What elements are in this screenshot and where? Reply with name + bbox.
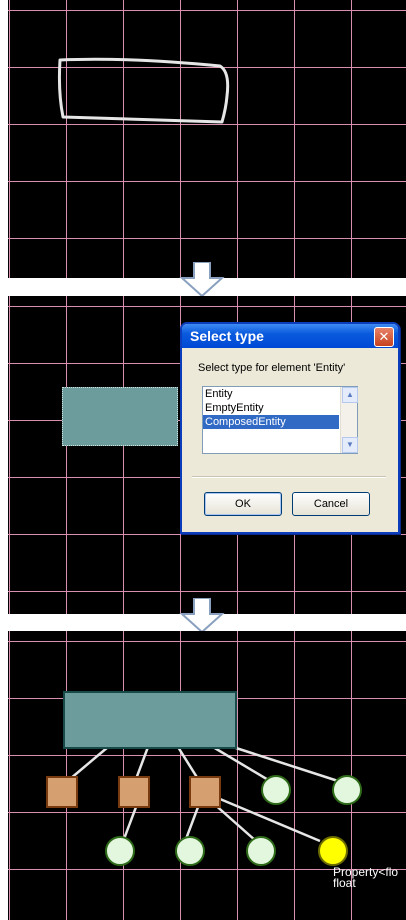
down-arrow-icon — [179, 262, 225, 298]
ok-button[interactable]: OK — [204, 492, 282, 516]
property-circle[interactable] — [105, 836, 135, 866]
cancel-button[interactable]: Cancel — [292, 492, 370, 516]
dialog-title-bar[interactable]: Select type ✕ — [182, 324, 398, 348]
dialog-prompt: Select type for element 'Entity' — [198, 362, 346, 374]
list-item-composed-entity[interactable]: ComposedEntity — [203, 415, 339, 429]
selected-property-circle[interactable] — [318, 836, 348, 866]
property-type: float — [333, 876, 356, 890]
property-circle[interactable] — [261, 775, 291, 805]
dialog-title: Select type — [190, 328, 264, 344]
ghost-entity-shape — [62, 387, 178, 446]
sketch-canvas[interactable] — [8, 0, 406, 278]
property-circle[interactable] — [246, 836, 276, 866]
select-type-dialog: Select type ✕ Select type for element 'E… — [180, 322, 400, 534]
child-entity-square[interactable] — [189, 776, 221, 808]
down-arrow-icon — [179, 598, 225, 634]
canvas-with-dialog[interactable]: Select type ✕ Select type for element 'E… — [8, 296, 406, 614]
diagram-canvas[interactable]: Property<flo float — [8, 631, 406, 920]
scroll-down-icon[interactable]: ▼ — [342, 437, 358, 453]
list-item-entity[interactable]: Entity — [203, 387, 339, 401]
type-listbox[interactable]: Entity EmptyEntity ComposedEntity ▲ ▼ — [202, 386, 358, 454]
property-circle[interactable] — [332, 775, 362, 805]
property-circle[interactable] — [175, 836, 205, 866]
close-icon[interactable]: ✕ — [374, 327, 394, 347]
listbox-scrollbar[interactable]: ▲ ▼ — [340, 387, 358, 453]
scroll-up-icon[interactable]: ▲ — [342, 387, 358, 403]
child-entity-square[interactable] — [118, 776, 150, 808]
child-entity-square[interactable] — [46, 776, 78, 808]
list-item-empty-entity[interactable]: EmptyEntity — [203, 401, 339, 415]
sketch-stroke — [57, 57, 230, 124]
dialog-separator — [192, 476, 386, 478]
